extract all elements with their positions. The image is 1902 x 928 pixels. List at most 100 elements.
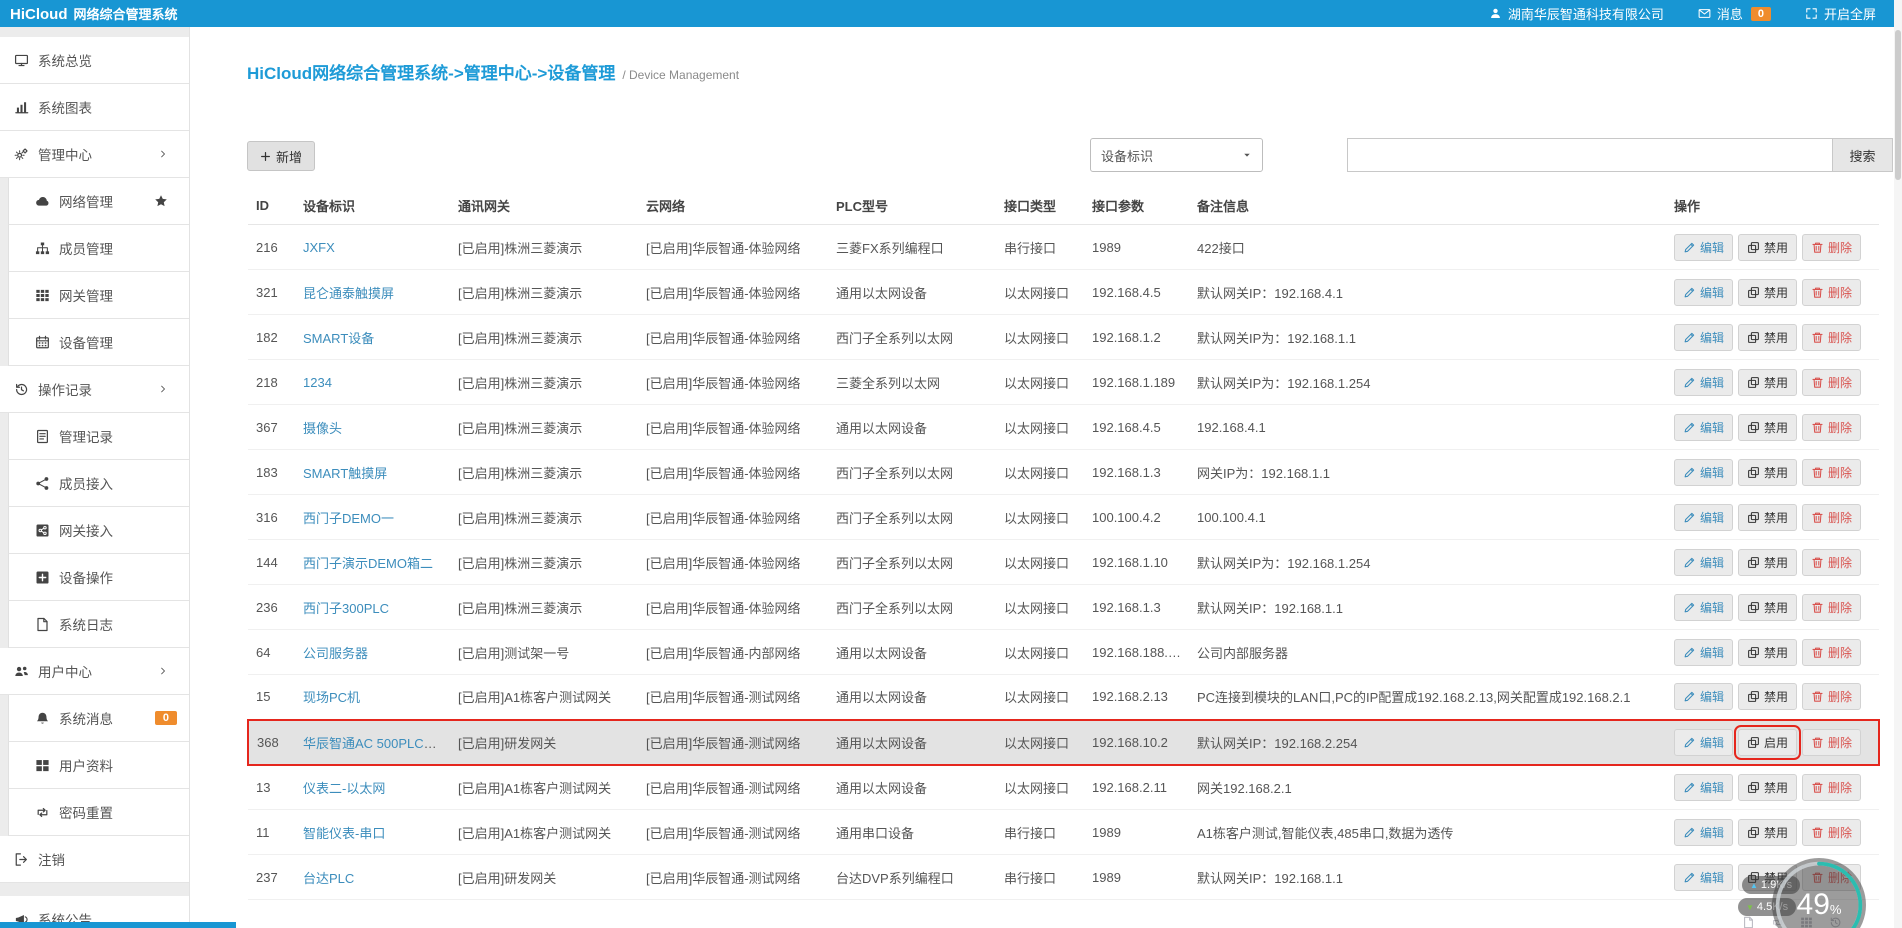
delete-button[interactable]: 删除 xyxy=(1802,323,1862,351)
device-name-link[interactable]: 西门子300PLC xyxy=(303,601,389,616)
sidebar-item-admin-records[interactable]: 管理记录 xyxy=(8,413,189,460)
toggle-enable-button[interactable]: 禁用 xyxy=(1738,233,1798,261)
button-label: 禁用 xyxy=(1764,330,1789,345)
toggle-enable-button[interactable]: 禁用 xyxy=(1738,368,1798,396)
sidebar-item-system-overview[interactable]: 系统总览 xyxy=(0,37,189,84)
device-name-link[interactable]: 西门子DEMO一 xyxy=(303,511,394,526)
toggle-enable-button[interactable]: 禁用 xyxy=(1738,458,1798,486)
delete-button[interactable]: 删除 xyxy=(1802,683,1862,711)
sidebar-item-label: 系统图表 xyxy=(38,101,92,116)
cell-gateway: [已启用]株洲三菱演示 xyxy=(450,539,638,585)
toggle-enable-button[interactable]: 禁用 xyxy=(1738,548,1798,576)
sidebar-item-device-operations[interactable]: 设备操作 xyxy=(8,554,189,601)
cell-cloud-network: [已启用]华辰智通-体验网络 xyxy=(638,539,828,585)
add-device-button[interactable]: 新增 xyxy=(247,141,316,171)
toggle-enable-button[interactable]: 禁用 xyxy=(1738,818,1798,846)
device-name-link[interactable]: 西门子演示DEMO箱二 xyxy=(303,556,433,571)
edit-button[interactable]: 编辑 xyxy=(1674,863,1734,891)
device-name-link[interactable]: SMART设备 xyxy=(303,331,374,346)
sidebar-item-user-profile[interactable]: 用户资料 xyxy=(8,742,189,789)
device-name-link[interactable]: 摄像头 xyxy=(303,421,342,436)
company-menu[interactable]: 湖南华辰智通科技有限公司 xyxy=(1489,4,1664,23)
cell-interface-type: 以太网接口 xyxy=(996,494,1084,540)
toggle-enable-button[interactable]: 禁用 xyxy=(1738,638,1798,666)
delete-button[interactable]: 删除 xyxy=(1802,548,1862,576)
delete-button[interactable]: 删除 xyxy=(1802,773,1862,801)
vertical-scrollbar[interactable] xyxy=(1894,0,1902,928)
edit-button[interactable]: 编辑 xyxy=(1674,503,1734,531)
sidebar-item-network-management[interactable]: 网络管理 xyxy=(8,178,189,225)
delete-button[interactable]: 删除 xyxy=(1802,233,1862,261)
edit-button[interactable]: 编辑 xyxy=(1674,368,1734,396)
usage-circle[interactable]: 49% xyxy=(1772,858,1866,928)
star-icon[interactable] xyxy=(154,194,168,208)
toggle-enable-button[interactable]: 禁用 xyxy=(1738,593,1798,621)
sidebar-item-member-management[interactable]: 成员管理 xyxy=(8,225,189,272)
device-name-link[interactable]: 智能仪表-串口 xyxy=(303,826,385,841)
search-input[interactable] xyxy=(1347,138,1833,172)
button-label: 禁用 xyxy=(1764,555,1789,570)
toggle-enable-button[interactable]: 禁用 xyxy=(1738,323,1798,351)
delete-button[interactable]: 删除 xyxy=(1802,818,1862,846)
toggle-enable-button[interactable]: 禁用 xyxy=(1738,773,1798,801)
edit-button[interactable]: 编辑 xyxy=(1674,638,1734,666)
scrollbar-thumb[interactable] xyxy=(1895,30,1901,180)
delete-button[interactable]: 删除 xyxy=(1802,368,1862,396)
sidebar-item-system-logs[interactable]: 系统日志 xyxy=(8,601,189,648)
edit-button[interactable]: 编辑 xyxy=(1674,548,1734,576)
toggle-enable-button[interactable]: 启用 xyxy=(1734,724,1802,760)
toggle-enable-button[interactable]: 禁用 xyxy=(1738,413,1798,441)
search-button[interactable]: 搜索 xyxy=(1832,138,1893,172)
delete-button[interactable]: 删除 xyxy=(1802,728,1862,756)
device-name-link[interactable]: 华辰智通AC 500PLC001 xyxy=(303,736,445,751)
edit-button[interactable]: 编辑 xyxy=(1674,413,1734,441)
fullscreen-toggle[interactable]: 开启全屏 xyxy=(1805,4,1876,23)
edit-button[interactable]: 编辑 xyxy=(1674,818,1734,846)
sidebar-item-gateway-access[interactable]: 网关接入 xyxy=(8,507,189,554)
sidebar-item-admin-center[interactable]: 管理中心 xyxy=(0,131,189,178)
cell-remarks: 默认网关IP为：192.168.1.254 xyxy=(1189,359,1666,405)
sidebar-item-user-center[interactable]: 用户中心 xyxy=(0,648,189,695)
delete-button[interactable]: 删除 xyxy=(1802,503,1862,531)
sidebar-item-password-reset[interactable]: 密码重置 xyxy=(8,789,189,836)
delete-button[interactable]: 删除 xyxy=(1802,413,1862,441)
delete-button[interactable]: 删除 xyxy=(1802,638,1862,666)
cell-interface-params: 192.168.2.13 xyxy=(1084,674,1189,720)
edit-button[interactable]: 编辑 xyxy=(1674,683,1734,711)
device-name-link[interactable]: 现场PC机 xyxy=(303,690,360,705)
device-name-link[interactable]: JXFX xyxy=(303,240,335,255)
sidebar-item-operation-logs[interactable]: 操作记录 xyxy=(0,366,189,413)
cell-device-name: 台达PLC xyxy=(295,854,450,900)
sidebar-item-system-messages[interactable]: 系统消息 0 xyxy=(8,695,189,742)
edit-button[interactable]: 编辑 xyxy=(1674,728,1734,756)
device-name-link[interactable]: 公司服务器 xyxy=(303,646,368,661)
delete-button[interactable]: 删除 xyxy=(1802,278,1862,306)
sidebar-item-member-access[interactable]: 成员接入 xyxy=(8,460,189,507)
edit-button[interactable]: 编辑 xyxy=(1674,233,1734,261)
device-name-link[interactable]: 昆仑通泰触摸屏 xyxy=(303,286,394,301)
sidebar-item-gateway-management[interactable]: 网关管理 xyxy=(8,272,189,319)
cell-gateway: [已启用]株洲三菱演示 xyxy=(450,224,638,270)
device-name-link[interactable]: 1234 xyxy=(303,375,332,390)
column-header-device-name: 设备标识 xyxy=(295,187,450,225)
netspeed-widget[interactable]: ▲ 1.9K/s ▼ 4.5K/s 49% xyxy=(1738,858,1870,928)
toggle-enable-button[interactable]: 禁用 xyxy=(1738,278,1798,306)
toggle-enable-button[interactable]: 禁用 xyxy=(1738,503,1798,531)
device-name-link[interactable]: 仪表二-以太网 xyxy=(303,781,385,796)
sidebar-item-system-charts[interactable]: 系统图表 xyxy=(0,84,189,131)
table-row: 368 华辰智通AC 500PLC001 [已启用]研发网关 [已启用]华辰智通… xyxy=(247,718,1880,766)
toggle-enable-button[interactable]: 禁用 xyxy=(1738,683,1798,711)
edit-button[interactable]: 编辑 xyxy=(1674,458,1734,486)
edit-button[interactable]: 编辑 xyxy=(1674,593,1734,621)
sidebar-item-device-management[interactable]: 设备管理 xyxy=(8,319,189,366)
delete-button[interactable]: 删除 xyxy=(1802,458,1862,486)
delete-button[interactable]: 删除 xyxy=(1802,593,1862,621)
edit-button[interactable]: 编辑 xyxy=(1674,278,1734,306)
edit-button[interactable]: 编辑 xyxy=(1674,773,1734,801)
messages-menu[interactable]: 消息 0 xyxy=(1698,4,1771,23)
device-name-link[interactable]: 台达PLC xyxy=(303,871,354,886)
edit-button[interactable]: 编辑 xyxy=(1674,323,1734,351)
filter-field-dropdown[interactable]: 设备标识 xyxy=(1090,138,1263,172)
device-name-link[interactable]: SMART触摸屏 xyxy=(303,466,387,481)
sidebar-item-logout[interactable]: 注销 xyxy=(0,836,189,883)
